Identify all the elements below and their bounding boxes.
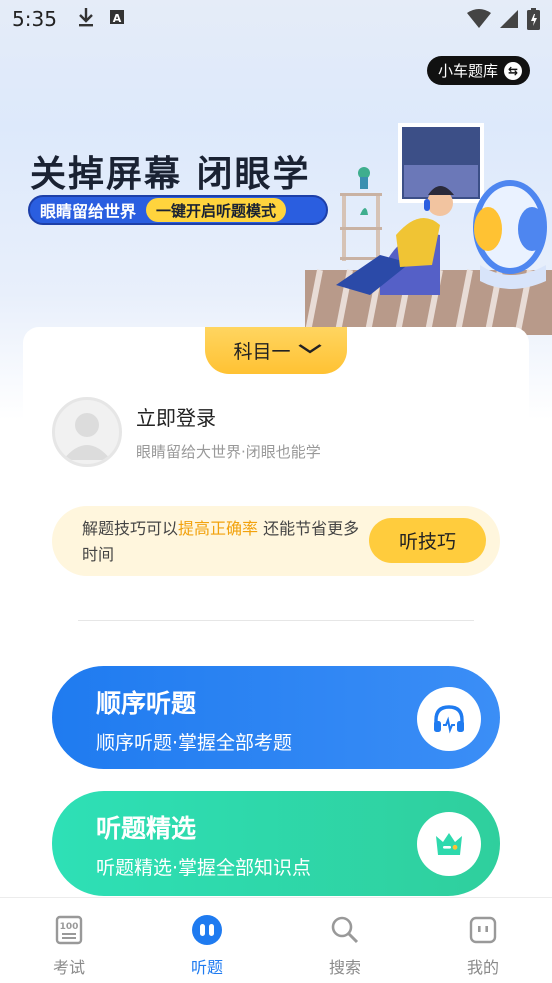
- bottom-nav: 100 考试 听题 搜索 我的: [0, 897, 552, 983]
- login-title[interactable]: 立即登录: [136, 402, 321, 431]
- subject-selector-label: 科目一: [233, 341, 291, 363]
- headphones-icon: [417, 687, 481, 751]
- exam-icon: 100: [53, 914, 85, 946]
- nav-label: 听题: [190, 958, 223, 977]
- signal-icon: [499, 9, 519, 33]
- status-bar: 5:35 A: [0, 0, 552, 38]
- nav-item-exam[interactable]: 100 考试: [0, 898, 138, 983]
- swap-icon: ⇆: [504, 61, 522, 80]
- chevron-down-icon: [296, 343, 323, 359]
- battery-icon: [527, 8, 540, 34]
- listening-illustration: [304, 123, 552, 335]
- tip-box: 解题技巧可以提高正确率 还能节省更多时间 听技巧: [52, 506, 500, 576]
- tip-text: 解题技巧可以提高正确率 还能节省更多时间: [82, 516, 372, 568]
- nav-item-profile[interactable]: 我的: [414, 898, 552, 983]
- nav-item-search[interactable]: 搜索: [276, 898, 414, 983]
- default-user-icon: [63, 413, 111, 460]
- login-row[interactable]: 立即登录 眼睛留给大世界·闭眼也能学: [52, 397, 321, 467]
- download-icon: [77, 7, 95, 31]
- banner-pill-text: 眼睛留给世界: [40, 202, 137, 221]
- selected-listen-card[interactable]: 听题精选 听题精选·掌握全部知识点: [52, 791, 500, 896]
- tip-text-highlight: 提高正确率: [178, 519, 259, 538]
- crown-icon: [417, 812, 481, 876]
- banner-pill-highlight: 一键开启听题模式: [146, 198, 287, 222]
- status-indicators: [467, 8, 540, 34]
- subject-selector[interactable]: 科目一: [205, 327, 347, 374]
- search-icon: [329, 914, 361, 946]
- library-switch-button[interactable]: 小车题库 ⇆: [426, 56, 530, 85]
- wifi-icon: [467, 9, 491, 33]
- divider: [78, 620, 474, 621]
- listen-tips-button[interactable]: 听技巧: [369, 518, 486, 563]
- banner-pill: 眼睛留给世界 一键开启听题模式: [28, 195, 328, 225]
- svg-text:100: 100: [60, 922, 79, 932]
- nav-label: 我的: [466, 958, 499, 977]
- svg-text:A: A: [113, 12, 122, 25]
- avatar[interactable]: [52, 397, 122, 467]
- login-subtitle: 眼睛留给大世界·闭眼也能学: [136, 443, 321, 461]
- sequential-listen-card[interactable]: 顺序听题 顺序听题·掌握全部考题: [52, 666, 500, 769]
- nav-item-listen[interactable]: 听题: [138, 898, 276, 983]
- nav-label: 搜索: [328, 958, 361, 977]
- banner-title: 关掉屏幕 闭眼学: [30, 154, 311, 195]
- text-a-icon: A: [109, 9, 125, 29]
- login-text: 立即登录 眼睛留给大世界·闭眼也能学: [136, 402, 321, 462]
- earbuds-icon: [191, 914, 223, 946]
- nav-label: 考试: [52, 958, 85, 977]
- status-time: 5:35: [12, 7, 57, 31]
- profile-icon: [467, 914, 499, 946]
- promo-banner[interactable]: 关掉屏幕 闭眼学 眼睛留给世界 一键开启听题模式: [0, 95, 552, 335]
- tip-text-before: 解题技巧可以: [82, 519, 179, 538]
- library-switch-label: 小车题库: [437, 62, 498, 80]
